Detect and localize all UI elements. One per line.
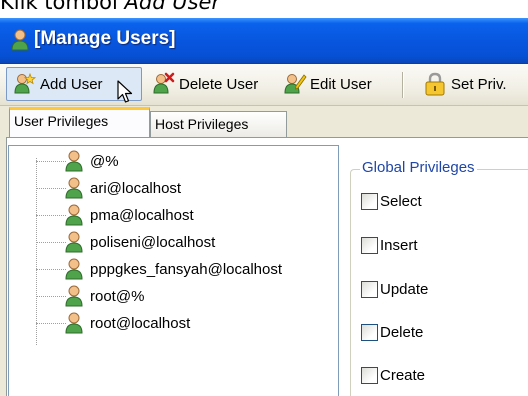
toolbar: Add User Delete User Edit User Set Priv. (0, 64, 528, 106)
manage-users-window: [Manage Users] Add User Delete User Edit… (0, 18, 528, 396)
lock-icon (425, 72, 445, 96)
add-user-icon (14, 72, 37, 94)
checkbox-label: Create (380, 367, 426, 384)
checkbox-box[interactable] (361, 193, 378, 210)
user-label: ari@localhost (90, 179, 182, 197)
add-user-label: Add User (40, 75, 103, 93)
user-icon (65, 150, 83, 172)
delete-user-icon (153, 72, 175, 94)
tree-branch (36, 160, 66, 162)
toolbar-separator (402, 72, 404, 98)
user-label: root@localhost (90, 314, 191, 332)
tree-branch (36, 187, 66, 189)
user-tree[interactable]: @% ari@localhost pma@localhost poliseni@… (8, 145, 339, 396)
set-privileges-button[interactable]: Set Priv. (416, 67, 528, 101)
edit-user-icon (284, 74, 307, 94)
user-label: root@% (90, 287, 145, 305)
checkbox-box[interactable] (361, 367, 378, 384)
select-checkbox[interactable]: Select (361, 193, 422, 210)
insert-checkbox[interactable]: Insert (361, 237, 418, 254)
tree-branch (36, 268, 66, 270)
user-label: poliseni@localhost (90, 233, 216, 251)
checkbox-box[interactable] (361, 281, 378, 298)
user-label: pma@localhost (90, 206, 194, 224)
tree-item[interactable]: ari@localhost (36, 175, 181, 201)
tab-user-privileges[interactable]: User Privileges (9, 107, 150, 137)
tree-item[interactable]: root@localhost (36, 310, 190, 336)
delete-user-button[interactable]: Delete User (146, 67, 270, 101)
mouse-cursor-icon (117, 80, 133, 103)
checkbox-label: Insert (380, 237, 418, 254)
delete-checkbox[interactable]: Delete (361, 324, 423, 341)
create-checkbox[interactable]: Create (361, 367, 425, 384)
tab-host-privileges-label: Host Privileges (155, 116, 249, 132)
title-bar[interactable]: [Manage Users] (0, 18, 528, 64)
checkbox-label: Update (380, 281, 429, 298)
global-privileges-title: Global Privileges (360, 159, 477, 176)
tree-item[interactable]: @% (36, 148, 119, 174)
tab-user-privileges-label: User Privileges (14, 113, 109, 129)
user-icon (65, 177, 83, 199)
checkbox-box[interactable] (361, 324, 378, 341)
user-icon (65, 204, 83, 226)
tree-branch (36, 214, 66, 216)
window-title: [Manage Users] (34, 28, 176, 49)
update-checkbox[interactable]: Update (361, 281, 428, 298)
tree-item[interactable]: root@% (36, 283, 144, 309)
edit-user-label: Edit User (310, 75, 372, 93)
user-label: pppgkes_fansyah@localhost (90, 260, 283, 278)
tree-item[interactable]: pppgkes_fansyah@localhost (36, 256, 282, 282)
caption-prefix: Klik tombol (0, 0, 125, 14)
tab-host-privileges[interactable]: Host Privileges (150, 111, 287, 137)
user-icon (65, 258, 83, 280)
checkbox-label: Delete (380, 324, 424, 341)
instruction-caption: Klik tombol Add User (0, 0, 220, 18)
user-label: @% (90, 152, 119, 170)
user-icon (11, 29, 29, 51)
set-privileges-label: Set Priv. (451, 75, 507, 93)
user-icon (65, 312, 83, 334)
user-icon (65, 285, 83, 307)
tree-branch (36, 241, 66, 243)
tree-item[interactable]: poliseni@localhost (36, 229, 215, 255)
tab-strip: User Privileges Host Privileges (0, 106, 528, 138)
user-icon (65, 231, 83, 253)
tree-item[interactable]: pma@localhost (36, 202, 194, 228)
tree-branch (36, 322, 66, 324)
edit-user-button[interactable]: Edit User (277, 67, 391, 101)
checkbox-label: Select (380, 193, 422, 210)
checkbox-box[interactable] (361, 237, 378, 254)
delete-user-label: Delete User (179, 75, 259, 93)
caption-emphasis: Add User (124, 0, 221, 14)
tree-branch (36, 295, 66, 297)
